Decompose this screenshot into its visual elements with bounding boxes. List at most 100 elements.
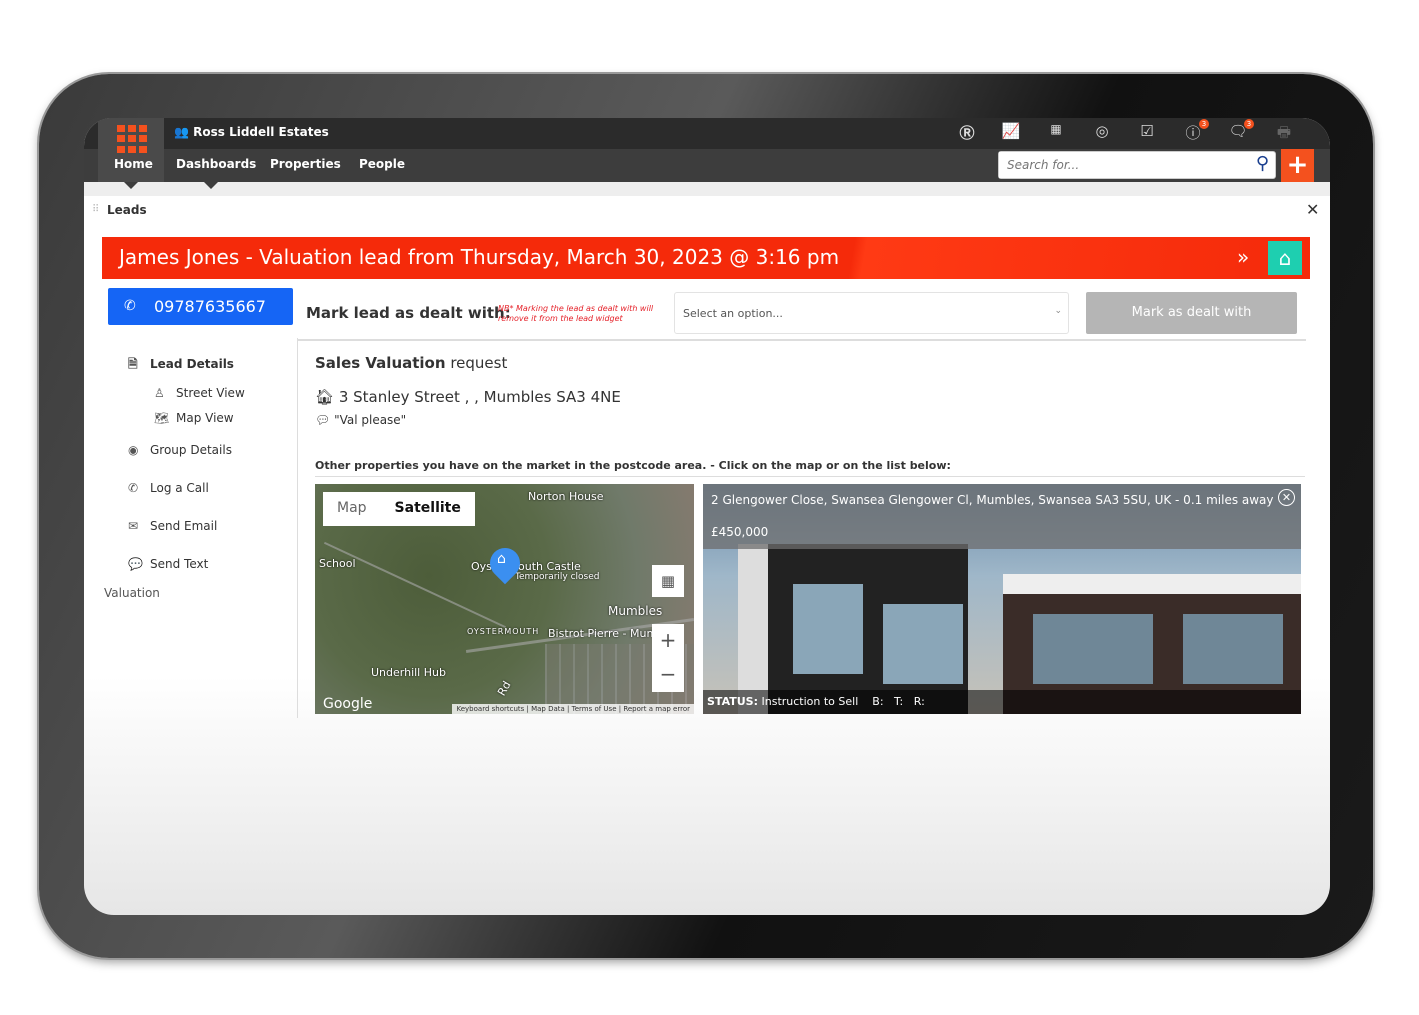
map-layers-button[interactable]: ▦ <box>652 565 684 597</box>
caret <box>204 182 218 189</box>
search-input[interactable] <box>999 152 1239 178</box>
lead-banner: James Jones - Valuation lead from Thursd… <box>102 237 1310 279</box>
search-icon[interactable]: ⚲ <box>1256 153 1269 174</box>
lead-title: James Jones - Valuation lead from Thursd… <box>119 245 840 269</box>
property-price: £450,000 <box>711 525 769 539</box>
sidebar-item-lead-details[interactable]: 🗎 Lead Details <box>128 355 234 376</box>
nav-people[interactable]: People <box>359 157 405 171</box>
caret <box>124 182 138 189</box>
nav-home[interactable]: Home <box>114 157 153 171</box>
map-label: Temporarily closed <box>515 572 600 582</box>
receptions: R: <box>913 695 925 708</box>
home-nav[interactable] <box>98 118 164 182</box>
sidebar-item-send-text[interactable]: 💬 Send Text <box>128 557 208 571</box>
home-icon: ⌂ <box>497 551 506 567</box>
checkbox-icon[interactable]: ☑ <box>1136 122 1158 140</box>
keyboard-shortcuts-link[interactable]: Keyboard shortcuts <box>456 705 524 713</box>
request-type: Sales Valuation request <box>315 354 507 372</box>
chart-icon[interactable]: 📈 <box>1000 122 1022 140</box>
label: Lead Details <box>150 357 234 371</box>
note-text: "Val please" <box>334 413 407 427</box>
sidebar-item-street-view[interactable]: ♙ Street View <box>154 386 245 400</box>
map-label: Bistrot Pierre - Mum <box>548 627 658 640</box>
mark-dealt-button[interactable]: Mark as dealt with <box>1086 292 1297 334</box>
request-note: 💬︎ "Val please" <box>315 413 407 427</box>
map-footer: Keyboard shortcuts | Map Data | Terms of… <box>452 704 694 714</box>
request-address: 🏠︎ 3 Stanley Street , , Mumbles SA3 4NE <box>315 388 621 406</box>
person-icon: ♙ <box>154 386 165 400</box>
map-label: Rd <box>495 678 514 699</box>
zoom-out-button[interactable]: − <box>652 658 684 692</box>
screen: 👥 Ross Liddell Estates Home Dashboards P… <box>84 118 1330 915</box>
phone-button[interactable]: ✆ 09787635667 <box>108 288 293 325</box>
printer-icon[interactable]: 🖶 <box>1273 122 1295 147</box>
drag-handle-icon[interactable]: ⠿ <box>92 204 99 215</box>
other-heading: Other properties you have on the market … <box>315 459 951 472</box>
map-label: Norton House <box>528 490 604 503</box>
label: Group Details <box>150 443 232 457</box>
status-label: STATUS: <box>707 695 758 708</box>
brand: 👥 Ross Liddell Estates <box>174 125 329 139</box>
document-icon: 🗎 <box>128 357 138 371</box>
sidebar-footer: Valuation <box>104 586 160 600</box>
label: Map View <box>176 411 234 425</box>
request-type-bold: Sales Valuation <box>315 354 446 372</box>
search-box: ⚲ <box>998 151 1276 179</box>
home-icon[interactable]: ⌂ <box>1268 241 1302 275</box>
deal-select[interactable]: Select an option... ⌄ <box>674 292 1069 334</box>
divider <box>297 338 298 718</box>
apps-grid-icon[interactable] <box>117 125 147 153</box>
map-icon: 🗺 <box>154 411 170 425</box>
divider <box>315 476 1305 477</box>
nav-dashboards[interactable]: Dashboards <box>176 157 256 171</box>
sidebar-item-send-email[interactable]: ✉ Send Email <box>128 519 217 533</box>
subbar <box>84 182 1330 196</box>
toilets: T: <box>894 695 904 708</box>
request-type-rest: request <box>445 354 508 372</box>
chevron-down-icon: ⌄ <box>1054 306 1062 316</box>
add-button[interactable]: + <box>1281 149 1314 182</box>
sidebar-item-group-details[interactable]: ◉ Group Details <box>128 443 232 457</box>
label: Send Text <box>150 557 209 571</box>
nav-properties[interactable]: Properties <box>270 157 341 171</box>
terms-link[interactable]: Terms of Use <box>572 705 617 713</box>
property-address: 2 Glengower Close, Swansea Glengower Cl,… <box>711 493 1274 507</box>
chat-icon[interactable]: 🗨 3 <box>1227 119 1254 140</box>
label: Send Email <box>150 519 218 533</box>
messages-badge: 3 <box>1244 119 1254 129</box>
select-placeholder: Select an option... <box>683 307 783 320</box>
envelope-icon: ✉ <box>128 519 139 533</box>
beds: B: <box>872 695 884 708</box>
map-label: Underhill Hub <box>371 666 446 679</box>
alert-icon[interactable]: ⓘ 3 <box>1182 119 1209 143</box>
property-card[interactable]: 2 Glengower Close, Swansea Glengower Cl,… <box>703 484 1301 714</box>
close-icon[interactable]: ✕ <box>1278 489 1295 506</box>
map[interactable]: Map Satellite Norton House School Oyster… <box>315 484 694 714</box>
widget-title: Leads <box>107 203 147 217</box>
sidebar-item-log-call[interactable]: ✆ Log a Call <box>128 481 209 495</box>
map-label: Mumbles <box>608 604 663 618</box>
sidebar-item-map-view[interactable]: 🗺 Map View <box>154 411 234 425</box>
property-info: 2 Glengower Close, Swansea Glengower Cl,… <box>703 484 1301 549</box>
tab-map[interactable]: Map <box>323 492 381 526</box>
zoom-in-button[interactable]: + <box>652 624 684 658</box>
map-type-tabs: Map Satellite <box>323 492 475 526</box>
google-logo: Google <box>323 696 373 712</box>
label: Street View <box>176 386 245 400</box>
report-error-link[interactable]: Report a map error <box>623 705 690 713</box>
address-text: 3 Stanley Street , , Mumbles SA3 4NE <box>338 388 621 406</box>
target-icon[interactable]: ◎ <box>1091 122 1113 140</box>
status-value: Instruction to Sell <box>761 695 859 708</box>
speech-bubble-icon: 💬 <box>128 557 143 571</box>
phone-number: 09787635667 <box>154 297 266 316</box>
deal-label: Mark lead as dealt with: <box>306 304 511 322</box>
divider <box>297 339 1306 341</box>
map-label: OYSTERMOUTH <box>467 627 540 636</box>
calendar-icon[interactable]: ▦ <box>1045 122 1067 136</box>
map-data-link[interactable]: Map Data <box>531 705 565 713</box>
tab-satellite[interactable]: Satellite <box>381 492 475 526</box>
r-icon[interactable]: Ⓡ <box>956 122 978 143</box>
close-icon[interactable]: ✕ <box>1306 200 1319 219</box>
phone-icon: ✆ <box>128 481 139 495</box>
expand-icon[interactable]: » <box>1237 245 1249 269</box>
